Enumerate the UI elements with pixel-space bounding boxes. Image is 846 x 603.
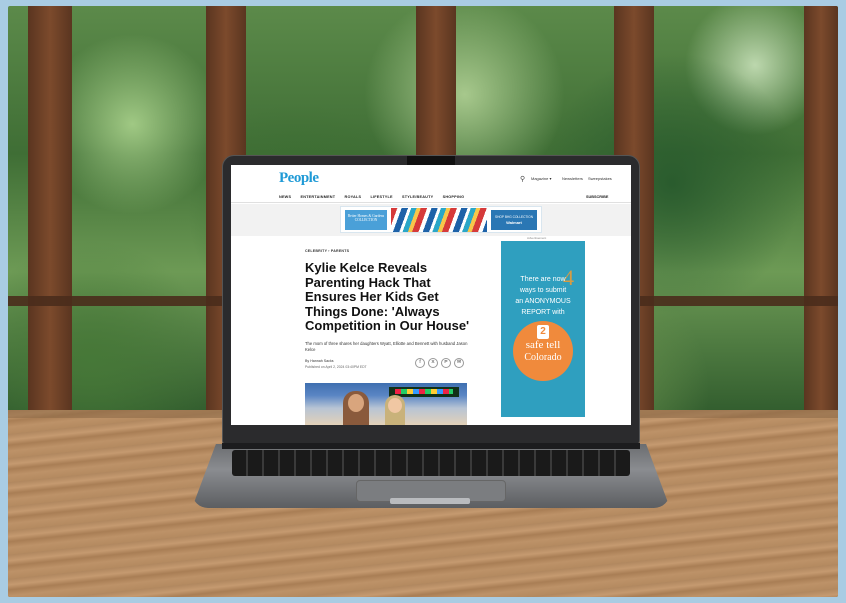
ad-line-4: REPORT with bbox=[521, 309, 565, 316]
ad-line-3: an ANONYMOUS bbox=[501, 297, 585, 306]
safe2tell-num: 2 bbox=[537, 325, 549, 339]
nav-style-beauty[interactable]: STYLE/BEAUTY bbox=[402, 195, 433, 199]
safe2tell-colorado: Colorado bbox=[524, 352, 562, 363]
window-post bbox=[804, 6, 838, 426]
article-byline[interactable]: By Hannah Sacks bbox=[305, 359, 334, 363]
ad-shop-cta[interactable]: SHOP BHG COLLECTION Walmart bbox=[491, 210, 537, 230]
nav-shopping[interactable]: SHOPPING bbox=[443, 195, 465, 199]
share-bar: f X P ✉ bbox=[415, 358, 464, 368]
top-ad-bar: Better Homes & Gardens COLLECTION SHOP B… bbox=[231, 204, 631, 236]
email-share-icon[interactable]: ✉ bbox=[454, 358, 464, 368]
bhg-brand-sub: COLLECTION bbox=[354, 218, 378, 223]
newsletters-link[interactable]: Newsletters bbox=[562, 176, 583, 181]
ad-chairs-image bbox=[391, 208, 487, 232]
nav-news[interactable]: NEWS bbox=[279, 195, 291, 199]
site-logo[interactable]: People bbox=[279, 170, 319, 187]
ad-label: Advertisement bbox=[527, 236, 547, 240]
facebook-share-icon[interactable]: f bbox=[415, 358, 425, 368]
scoreboard-ads bbox=[395, 389, 453, 394]
ad-line-2: ways to submit bbox=[519, 287, 567, 294]
publish-date: Published on April 2, 2024 03:40PM EDT bbox=[305, 365, 367, 369]
safe2tell-logo: 2 safe tell Colorado bbox=[513, 321, 573, 381]
laptop-hinge bbox=[222, 443, 640, 449]
article-dek: The mom of three shares her daughters Wy… bbox=[305, 341, 468, 352]
top-banner-ad[interactable]: Better Homes & Gardens COLLECTION SHOP B… bbox=[340, 206, 542, 233]
nav-lifestyle[interactable]: LIFESTYLE bbox=[371, 195, 393, 199]
person-left bbox=[343, 391, 369, 425]
nav-royals[interactable]: ROYALS bbox=[345, 195, 362, 199]
main-nav: NEWS ENTERTAINMENT ROYALS LIFESTYLE STYL… bbox=[279, 195, 472, 199]
laptop-front-slot bbox=[390, 498, 470, 504]
laptop-keyboard bbox=[232, 450, 630, 476]
magazine-menu[interactable]: Magazine ▾ bbox=[531, 176, 551, 181]
article-headline: Kylie Kelce Reveals Parenting Hack That … bbox=[305, 260, 470, 333]
safe2tell-tell: tell bbox=[546, 339, 561, 351]
laptop-screen: People ⚲ Magazine ▾ Newsletters Sweepsta… bbox=[231, 165, 631, 425]
sweepstakes-link[interactable]: Sweepstakes bbox=[588, 176, 612, 181]
x-share-icon[interactable]: X bbox=[428, 358, 438, 368]
window-post bbox=[28, 6, 72, 426]
search-icon[interactable]: ⚲ bbox=[520, 175, 525, 183]
person-right bbox=[385, 395, 405, 425]
safe2tell-text: safe tell bbox=[513, 339, 573, 351]
breadcrumb[interactable]: CELEBRITY › PARENTS bbox=[305, 249, 349, 253]
subscribe-link[interactable]: SUBSCRIBE bbox=[586, 195, 608, 199]
sidebar-ad[interactable]: 4 There are now ways to submit an ANONYM… bbox=[501, 241, 585, 417]
laptop-lid: People ⚲ Magazine ▾ Newsletters Sweepsta… bbox=[222, 155, 640, 445]
bhg-logo: Better Homes & Gardens COLLECTION bbox=[345, 210, 387, 230]
ad-line-3-text: an ANONYMOUS bbox=[515, 298, 571, 305]
article-hero-image bbox=[305, 383, 467, 425]
ad-walmart-text: Walmart bbox=[506, 220, 522, 225]
safe2tell-safe: safe bbox=[525, 339, 544, 351]
nav-entertainment[interactable]: ENTERTAINMENT bbox=[300, 195, 335, 199]
pinterest-share-icon[interactable]: P bbox=[441, 358, 451, 368]
site-header: People ⚲ Magazine ▾ Newsletters Sweepsta… bbox=[231, 165, 631, 203]
ad-line-1: There are now bbox=[520, 276, 566, 283]
